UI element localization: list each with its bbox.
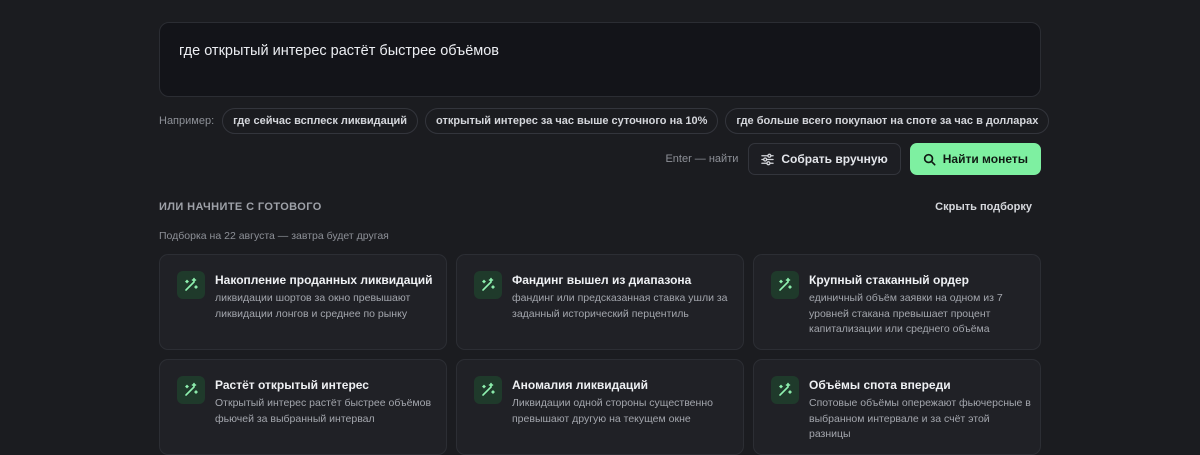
query-input[interactable]: где открытый интерес растёт быстрее объё… bbox=[159, 22, 1041, 97]
preset-card[interactable]: Объёмы спота впереди Спотовые объёмы опе… bbox=[753, 359, 1041, 455]
preset-card-desc: единичный объём заявки на одном из 7 уро… bbox=[809, 292, 1003, 335]
search-icon bbox=[923, 153, 936, 166]
preset-card-desc: фандинг или предсказанная ставка ушли за… bbox=[512, 292, 728, 320]
actions-row: Enter — найти Собрать вручную Найти моне… bbox=[665, 143, 1041, 175]
preset-card-desc: Спотовые объёмы опережают фьючерсные в в… bbox=[809, 397, 1031, 440]
preset-card-desc: ликвидации шортов за окно превышают ликв… bbox=[215, 292, 411, 320]
magic-wand-icon bbox=[771, 376, 799, 404]
preset-card-desc: Открытый интерес растёт быстрее объёмов … bbox=[215, 397, 432, 425]
example-chip[interactable]: открытый интерес за час выше суточного н… bbox=[425, 108, 719, 134]
presets-subtitle: Подборка на 22 августа — завтра будет др… bbox=[159, 230, 389, 242]
examples-label: Например: bbox=[159, 115, 215, 127]
find-coins-label: Найти монеты bbox=[942, 152, 1028, 166]
presets-title: ИЛИ НАЧНИТЕ С ГОТОВОГО bbox=[159, 201, 322, 213]
preset-card[interactable]: Накопление проданных ликвидаций ликвидац… bbox=[159, 254, 447, 350]
example-chip[interactable]: где сейчас всплеск ликвидаций bbox=[222, 108, 419, 134]
preset-card[interactable]: Фандинг вышел из диапазона фандинг или п… bbox=[456, 254, 744, 350]
preset-card-title: Аномалия ликвидаций bbox=[512, 378, 648, 392]
build-manually-label: Собрать вручную bbox=[781, 152, 888, 166]
magic-wand-icon bbox=[474, 271, 502, 299]
preset-card-title: Крупный стаканный ордер bbox=[809, 273, 969, 287]
example-chip[interactable]: где больше всего покупают на споте за ча… bbox=[725, 108, 1050, 134]
find-coins-button[interactable]: Найти монеты bbox=[909, 143, 1041, 175]
enter-hint: Enter — найти bbox=[665, 153, 739, 165]
preset-card[interactable]: Крупный стаканный ордер единичный объём … bbox=[753, 254, 1041, 350]
preset-card-title: Растёт открытый интерес bbox=[215, 378, 369, 392]
query-text: где открытый интерес растёт быстрее объё… bbox=[179, 43, 499, 59]
magic-wand-icon bbox=[771, 271, 799, 299]
hide-presets-link[interactable]: Скрыть подборку bbox=[935, 201, 1032, 213]
preset-card-title: Накопление проданных ликвидаций bbox=[215, 273, 433, 287]
preset-card[interactable]: Аномалия ликвидаций Ликвидации одной сто… bbox=[456, 359, 744, 455]
preset-card-title: Объёмы спота впереди bbox=[809, 378, 951, 392]
magic-wand-icon bbox=[177, 271, 205, 299]
preset-card[interactable]: Растёт открытый интерес Открытый интерес… bbox=[159, 359, 447, 455]
magic-wand-icon bbox=[177, 376, 205, 404]
magic-wand-icon bbox=[474, 376, 502, 404]
preset-card-desc: Ликвидации одной стороны существенно пре… bbox=[512, 397, 713, 425]
examples-row: Например: где сейчас всплеск ликвидаций … bbox=[159, 108, 1056, 134]
sliders-icon bbox=[761, 153, 775, 165]
build-manually-button[interactable]: Собрать вручную bbox=[748, 143, 901, 175]
preset-card-title: Фандинг вышел из диапазона bbox=[512, 273, 692, 287]
